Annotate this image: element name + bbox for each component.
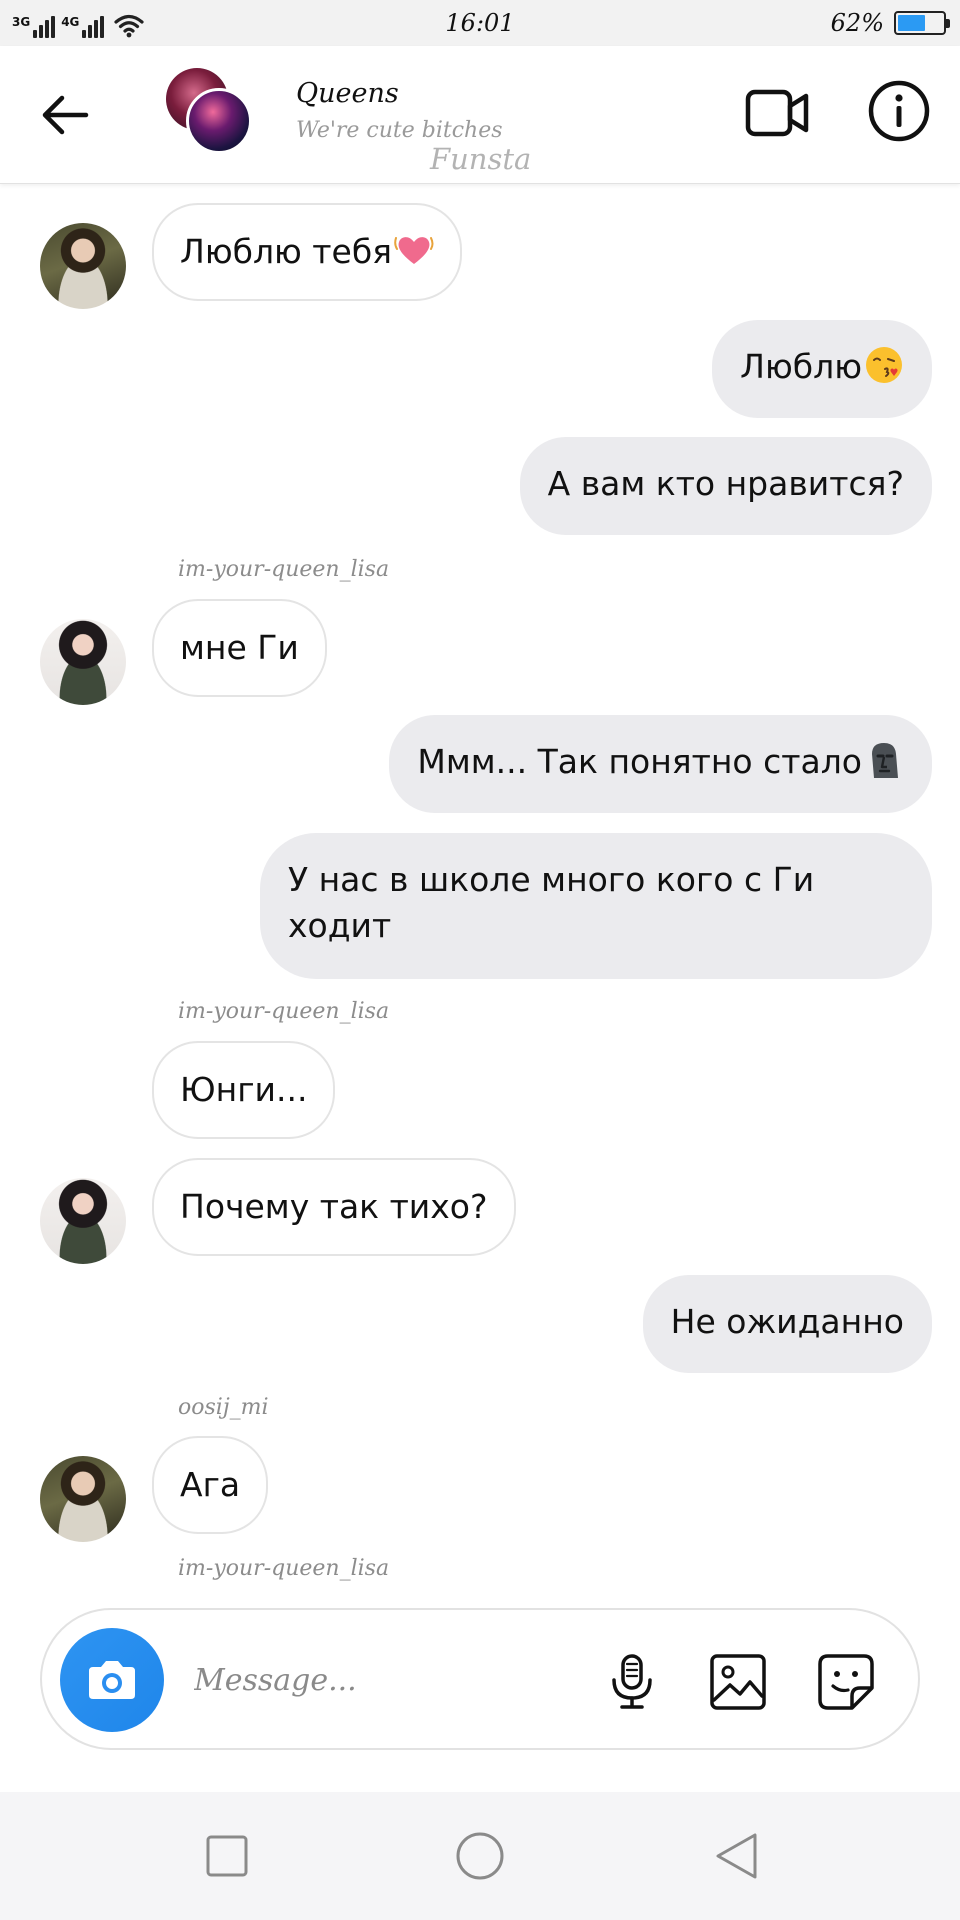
home-icon[interactable] xyxy=(452,1828,508,1884)
system-navigation-bar xyxy=(0,1792,960,1920)
sticker-icon[interactable] xyxy=(816,1652,876,1712)
incoming-message[interactable]: Юнги... xyxy=(152,1041,336,1139)
arrow-back-icon[interactable] xyxy=(38,90,94,140)
incoming-message[interactable]: Ага xyxy=(152,1436,269,1534)
battery-status: 62% xyxy=(830,9,950,37)
message-text: Не ожиданно xyxy=(670,1302,904,1341)
heart-emoji xyxy=(394,237,434,264)
avatar[interactable] xyxy=(40,1178,126,1264)
avatar[interactable] xyxy=(40,223,126,309)
outgoing-message[interactable]: Не ожиданно xyxy=(642,1275,932,1373)
group-avatar-photo-front xyxy=(186,88,252,154)
outgoing-message[interactable]: А вам кто нравится? xyxy=(519,437,932,535)
back-triangle-icon[interactable] xyxy=(710,1828,766,1884)
message-text: Почему так тихо? xyxy=(180,1187,488,1226)
battery-level xyxy=(898,15,926,31)
incoming-message[interactable]: Люблю тебя xyxy=(152,203,463,301)
avatar[interactable] xyxy=(40,619,126,705)
status-bar: 3G 4G 16:01 62% xyxy=(0,0,960,46)
chat-header: Queens We're cute bitches Funsta xyxy=(0,46,960,184)
watermark: Funsta xyxy=(430,142,532,176)
chat-title[interactable]: Queens xyxy=(296,78,399,109)
chat-subtitle: We're cute bitches xyxy=(296,118,503,143)
kiss-face-emoji xyxy=(866,347,902,383)
message-composer xyxy=(40,1608,920,1750)
message-text: Ммм... Так понятно стало xyxy=(417,742,862,781)
sender-name: im-your-queen_lisa xyxy=(178,999,390,1024)
avatar[interactable] xyxy=(40,1456,126,1542)
outgoing-message[interactable]: У нас в школе много кого с Ги ходит xyxy=(260,833,932,979)
sender-name: im-your-queen_lisa xyxy=(178,1556,390,1581)
message-text: мне Ги xyxy=(180,628,299,667)
outgoing-message[interactable]: Люблю xyxy=(712,320,932,418)
info-icon[interactable] xyxy=(866,78,932,144)
camera-icon xyxy=(89,1661,135,1699)
battery-percent: 62% xyxy=(830,9,884,37)
sender-name: im-your-queen_lisa xyxy=(178,557,390,582)
message-text: У нас в школе много кого с Ги ходит xyxy=(288,860,815,945)
moai-emoji xyxy=(872,743,898,778)
camera-button[interactable] xyxy=(60,1628,164,1732)
message-input[interactable] xyxy=(194,1654,584,1706)
message-text: Люблю xyxy=(740,347,862,386)
message-text: Ага xyxy=(180,1465,241,1504)
incoming-message[interactable]: мне Ги xyxy=(152,599,327,697)
recent-apps-icon[interactable] xyxy=(199,1828,255,1884)
message-text: Юнги... xyxy=(180,1070,308,1109)
group-avatar[interactable] xyxy=(166,68,256,158)
gallery-icon[interactable] xyxy=(708,1652,768,1712)
microphone-icon[interactable] xyxy=(602,1652,662,1712)
message-text: А вам кто нравится? xyxy=(547,464,904,503)
video-camera-icon[interactable] xyxy=(744,84,812,142)
incoming-message[interactable]: Почему так тихо? xyxy=(152,1158,516,1256)
battery-icon xyxy=(894,11,950,35)
clock: 16:01 xyxy=(445,9,515,37)
message-text: Люблю тебя xyxy=(180,232,393,271)
outgoing-message[interactable]: Ммм... Так понятно стало xyxy=(389,715,932,813)
sender-name: oosij_mi xyxy=(178,1395,269,1420)
